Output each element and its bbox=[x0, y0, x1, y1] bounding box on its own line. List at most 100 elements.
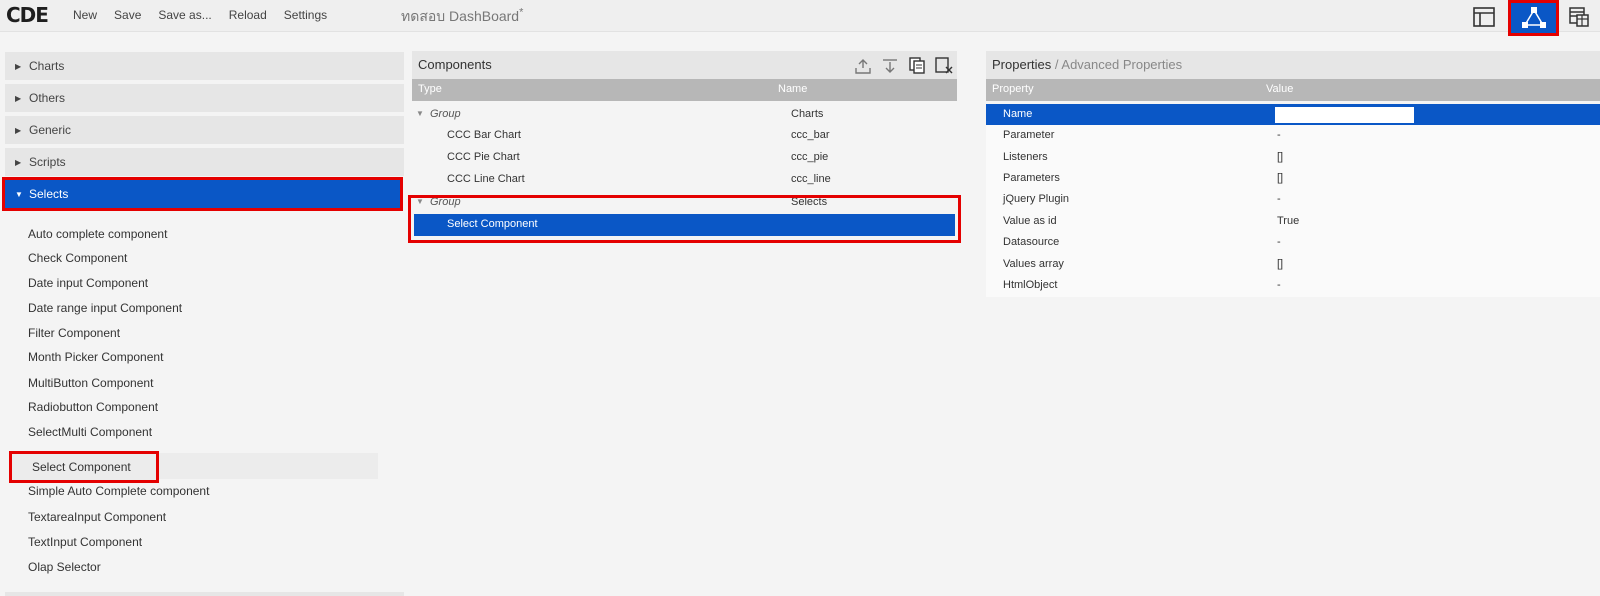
property-label: Values array bbox=[1003, 258, 1064, 270]
components-icon[interactable] bbox=[1508, 0, 1559, 36]
menu-new[interactable]: New bbox=[73, 8, 97, 22]
dashboard-title: ทดสอบ DashBoard* bbox=[401, 6, 523, 28]
category-charts[interactable]: ▶ Charts bbox=[5, 52, 404, 82]
category-label: Selects bbox=[29, 187, 69, 201]
row-name: ccc_bar bbox=[791, 129, 830, 141]
property-value[interactable]: [] bbox=[1277, 151, 1283, 163]
palette-item-date-range-input[interactable]: Date range input Component bbox=[28, 301, 182, 315]
menu-save-as[interactable]: Save as... bbox=[158, 8, 211, 22]
caret-down-icon: ▼ bbox=[15, 189, 23, 199]
component-row-ccc-line[interactable]: CCC Line Chart ccc_line bbox=[412, 169, 957, 191]
properties-header: Properties / Advanced Properties bbox=[986, 51, 1600, 79]
property-value[interactable]: [] bbox=[1277, 172, 1283, 184]
import-icon[interactable] bbox=[880, 56, 899, 75]
caret-right-icon: ▶ bbox=[15, 93, 22, 103]
component-row-ccc-pie[interactable]: CCC Pie Chart ccc_pie bbox=[412, 147, 957, 169]
item-hover-highlight bbox=[159, 453, 378, 479]
property-value[interactable]: True bbox=[1277, 215, 1299, 227]
palette-item-auto-complete[interactable]: Auto complete component bbox=[28, 227, 167, 241]
row-name: Charts bbox=[791, 108, 824, 120]
property-row-name[interactable]: Name bbox=[986, 104, 1600, 126]
property-label: Parameter bbox=[1003, 129, 1055, 141]
property-value[interactable]: - bbox=[1277, 129, 1281, 141]
palette-item-multibutton[interactable]: MultiButton Component bbox=[28, 376, 153, 390]
property-label: Parameters bbox=[1003, 172, 1060, 184]
palette-item-simple-auto-complete[interactable]: Simple Auto Complete component bbox=[28, 484, 209, 498]
category-label: Scripts bbox=[29, 155, 66, 169]
property-row-jquery-plugin[interactable]: jQuery Plugin - bbox=[986, 189, 1600, 211]
tab-properties[interactable]: Properties bbox=[992, 57, 1051, 72]
row-name: ccc_pie bbox=[791, 151, 829, 163]
column-property: Property bbox=[992, 83, 1034, 95]
property-value[interactable]: - bbox=[1277, 236, 1281, 248]
property-value[interactable]: [] bbox=[1277, 258, 1283, 270]
palette-item-olap-selector[interactable]: Olap Selector bbox=[28, 560, 101, 574]
caret-right-icon: ▶ bbox=[15, 125, 22, 135]
components-columns: Type Name bbox=[412, 79, 957, 101]
unsaved-marker: * bbox=[519, 6, 524, 19]
category-label: Charts bbox=[29, 59, 65, 73]
properties-columns: Property Value bbox=[986, 79, 1600, 101]
property-value[interactable]: - bbox=[1277, 193, 1281, 205]
menu-reload[interactable]: Reload bbox=[229, 8, 267, 22]
property-label: Name bbox=[1003, 108, 1033, 120]
components-toolbar bbox=[853, 56, 953, 75]
top-bar: CDE New Save Save as... Reload Settings … bbox=[0, 0, 1600, 36]
selects-group-highlight-box bbox=[408, 195, 961, 243]
category-scripts[interactable]: ▶ Scripts bbox=[5, 148, 404, 178]
component-row-group-charts[interactable]: ▼ Group Charts bbox=[412, 104, 957, 126]
palette-item-date-input[interactable]: Date input Component bbox=[28, 276, 148, 290]
dashboard-title-text: ทดสอบ DashBoard bbox=[401, 8, 520, 24]
property-value[interactable]: - bbox=[1277, 279, 1281, 291]
palette-item-text-input[interactable]: TextInput Component bbox=[28, 535, 142, 549]
property-row-parameter[interactable]: Parameter - bbox=[986, 125, 1600, 147]
caret-right-icon: ▶ bbox=[15, 61, 22, 71]
duplicate-icon[interactable] bbox=[907, 56, 926, 75]
row-name: ccc_line bbox=[791, 173, 831, 185]
palette-item-select[interactable]: Select Component bbox=[32, 460, 131, 474]
property-row-datasource[interactable]: Datasource - bbox=[986, 232, 1600, 254]
row-type: CCC Pie Chart bbox=[447, 151, 520, 163]
palette-item-check[interactable]: Check Component bbox=[28, 251, 127, 265]
property-label: HtmlObject bbox=[1003, 279, 1058, 291]
row-type: CCC Line Chart bbox=[447, 173, 525, 185]
delete-icon[interactable] bbox=[934, 56, 953, 75]
palette-bottom-bar bbox=[5, 592, 404, 596]
palette-item-selectmulti[interactable]: SelectMulti Component bbox=[28, 425, 152, 439]
property-row-parameters[interactable]: Parameters [] bbox=[986, 168, 1600, 190]
palette-item-textarea-input[interactable]: TextareaInput Component bbox=[28, 510, 166, 524]
caret-right-icon: ▶ bbox=[15, 157, 22, 167]
component-row-ccc-bar[interactable]: CCC Bar Chart ccc_bar bbox=[412, 125, 957, 147]
datasource-icon[interactable] bbox=[1560, 1, 1598, 32]
tab-separator: / bbox=[1054, 57, 1059, 72]
palette-item-filter[interactable]: Filter Component bbox=[28, 326, 120, 340]
property-label: Datasource bbox=[1003, 236, 1060, 248]
palette-item-radiobutton[interactable]: Radiobutton Component bbox=[28, 400, 158, 414]
menu-settings[interactable]: Settings bbox=[284, 8, 327, 22]
property-row-listeners[interactable]: Listeners [] bbox=[986, 147, 1600, 169]
export-icon[interactable] bbox=[853, 56, 872, 75]
menu-save[interactable]: Save bbox=[114, 8, 141, 22]
name-field[interactable] bbox=[1275, 107, 1414, 123]
category-others[interactable]: ▶ Others bbox=[5, 84, 404, 114]
palette-item-month-picker[interactable]: Month Picker Component bbox=[28, 350, 163, 364]
column-name[interactable]: Name bbox=[778, 83, 807, 95]
row-type: CCC Bar Chart bbox=[447, 129, 521, 141]
layout-icon[interactable] bbox=[1465, 1, 1503, 32]
category-label: Others bbox=[29, 91, 66, 105]
property-row-htmlobject[interactable]: HtmlObject - bbox=[986, 275, 1600, 297]
cde-logo: CDE bbox=[6, 3, 49, 27]
property-row-value-as-id[interactable]: Value as id True bbox=[986, 211, 1600, 233]
components-title: Components bbox=[418, 57, 492, 72]
property-label: Value as id bbox=[1003, 215, 1057, 227]
tab-advanced-properties[interactable]: Advanced Properties bbox=[1061, 57, 1182, 72]
properties-tabs: Properties / Advanced Properties bbox=[992, 57, 1182, 72]
category-selects[interactable]: ▼ Selects bbox=[2, 177, 403, 211]
property-row-values-array[interactable]: Values array [] bbox=[986, 254, 1600, 276]
components-header: Components bbox=[412, 51, 957, 79]
caret-down-icon[interactable]: ▼ bbox=[416, 109, 424, 118]
property-label: Listeners bbox=[1003, 151, 1048, 163]
category-generic[interactable]: ▶ Generic bbox=[5, 116, 404, 146]
row-type: Group bbox=[430, 108, 461, 120]
column-type[interactable]: Type bbox=[418, 83, 442, 95]
